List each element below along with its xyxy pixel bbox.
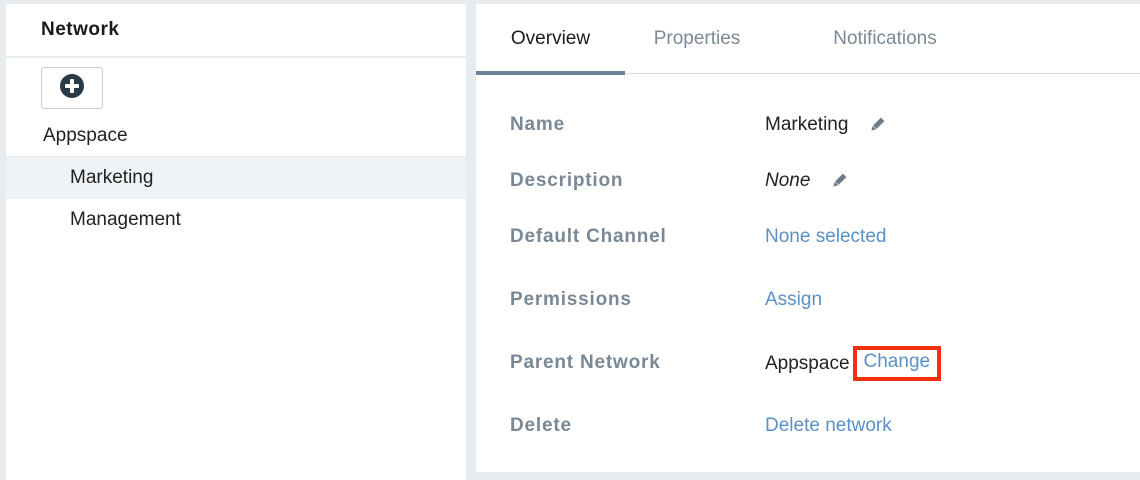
network-tree-panel: Network Appspace Marketing Management: [6, 4, 466, 480]
parent-network-label: Parent Network: [510, 352, 661, 373]
default-channel-label: Default Channel: [510, 226, 667, 247]
pencil-icon[interactable]: [868, 116, 886, 134]
name-value: Marketing: [765, 114, 886, 136]
default-channel-value: None selected: [765, 226, 886, 248]
change-highlight-box: Change: [852, 346, 942, 381]
description-text: None: [765, 170, 811, 191]
name-label: Name: [510, 114, 565, 135]
delete-value: Delete network: [765, 415, 892, 437]
tab-bar: Overview Properties Notifications: [476, 4, 1140, 75]
tree-item-marketing[interactable]: Marketing: [6, 157, 466, 199]
plus-circle-icon: [59, 73, 85, 104]
tree-item-label: Management: [70, 209, 181, 230]
name-text: Marketing: [765, 114, 849, 135]
permissions-value: Assign: [765, 289, 822, 311]
tab-notifications[interactable]: Notifications: [810, 4, 960, 74]
parent-network-text: Appspace: [765, 352, 850, 374]
delete-label: Delete: [510, 415, 572, 436]
assign-permissions-link[interactable]: Assign: [765, 289, 822, 311]
tab-properties[interactable]: Properties: [641, 4, 753, 74]
tree-root-appspace[interactable]: Appspace: [43, 125, 128, 147]
parent-network-value: Appspace Change: [765, 346, 942, 381]
description-value: None: [765, 170, 848, 192]
description-label: Description: [510, 170, 624, 191]
panel-title: Network: [6, 4, 466, 58]
default-channel-link[interactable]: None selected: [765, 226, 886, 248]
tree-item-management[interactable]: Management: [6, 199, 466, 241]
delete-network-link[interactable]: Delete network: [765, 415, 892, 437]
tree-item-label: Marketing: [70, 167, 154, 188]
add-network-button[interactable]: [41, 67, 103, 109]
pencil-icon[interactable]: [830, 172, 848, 190]
change-parent-link[interactable]: Change: [864, 351, 931, 373]
permissions-label: Permissions: [510, 289, 632, 310]
tab-overview[interactable]: Overview: [476, 4, 625, 75]
network-details-panel: Overview Properties Notifications Name M…: [476, 4, 1140, 472]
